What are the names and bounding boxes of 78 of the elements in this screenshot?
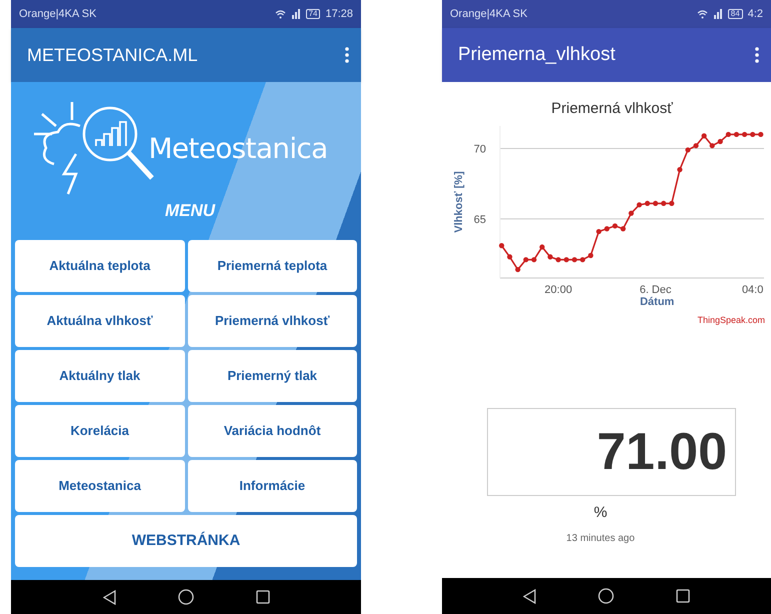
x-tick-label: 6. Dec: [640, 284, 672, 296]
data-point: [669, 200, 674, 206]
data-point: [588, 252, 594, 258]
last-updated: 13 minutes ago: [566, 532, 635, 546]
data-point: [742, 132, 748, 138]
data-point: [612, 223, 618, 229]
data-point: [620, 226, 626, 232]
data-point: [660, 200, 666, 206]
menu-heading: MENU: [164, 200, 216, 222]
wifi-icon: [696, 10, 708, 18]
more-menu-icon[interactable]: [755, 47, 759, 63]
menu-button[interactable]: WEBSTRÁNKA: [15, 515, 357, 567]
signal-icon: [290, 9, 301, 19]
recents-icon[interactable]: [676, 589, 690, 603]
logo-text: Meteostanica: [148, 131, 328, 167]
menu-button[interactable]: Meteostanica: [15, 460, 184, 512]
data-point: [644, 200, 650, 206]
data-point: [758, 132, 764, 138]
clock-time: 17:28: [325, 6, 353, 22]
y-axis-label: Vlhkosť [%]: [453, 171, 465, 233]
data-point: [726, 132, 731, 138]
humidity-value: 71.00: [596, 422, 727, 483]
data-point: [604, 226, 610, 232]
more-menu-icon[interactable]: [345, 47, 349, 63]
carrier-name: Orange|4KA SK: [450, 6, 528, 22]
data-point: [718, 138, 723, 144]
signal-icon: [712, 9, 723, 19]
data-point: [531, 257, 537, 262]
menu-button[interactable]: Priemerná vlhkosť: [188, 295, 357, 347]
data-point: [523, 257, 529, 262]
y-tick-label: 65: [474, 214, 486, 226]
data-point: [596, 228, 602, 234]
app-title: METEOSTANICA.ML: [27, 44, 198, 66]
menu-button[interactable]: Informácie: [188, 460, 357, 512]
data-point: [636, 202, 642, 208]
recents-icon[interactable]: [256, 590, 270, 604]
data-point: [556, 257, 561, 262]
data-point: [750, 132, 756, 138]
menu-button[interactable]: Aktuálna vlhkosť: [15, 295, 184, 347]
source-credit: ThingSpeak.com: [697, 315, 765, 325]
clock-time: 4:2: [748, 6, 763, 22]
wifi-icon: [274, 10, 286, 18]
data-point: [701, 133, 707, 138]
data-point: [572, 257, 578, 262]
chart-title: Priemerná vlhkosť: [551, 100, 673, 117]
data-point: [548, 254, 553, 260]
battery-level: 74: [306, 9, 320, 19]
data-point: [507, 254, 512, 260]
data-point: [652, 200, 658, 206]
unit-label: %: [594, 503, 608, 523]
data-point: [564, 257, 569, 262]
data-point: [515, 266, 520, 272]
menu-button[interactable]: Aktuálny tlak: [15, 350, 184, 402]
data-point: [710, 143, 715, 148]
data-point: [685, 147, 690, 153]
home-icon[interactable]: [598, 588, 614, 604]
data-point: [580, 257, 586, 262]
menu-button[interactable]: Korelácia: [15, 405, 184, 457]
battery-level: 84: [728, 9, 743, 19]
x-tick-label: 04:0: [742, 284, 764, 296]
home-icon[interactable]: [178, 589, 194, 605]
y-tick-label: 70: [474, 144, 486, 156]
menu-button[interactable]: Priemerná teplota: [188, 240, 357, 292]
app-title: Priemerna_vlhkost: [458, 42, 616, 67]
back-icon[interactable]: [523, 588, 536, 604]
menu-button[interactable]: Aktuálna teplota: [15, 240, 184, 292]
menu-button[interactable]: Priemerný tlak: [188, 350, 357, 402]
data-point: [693, 143, 699, 148]
carrier-name: Orange|4KA SK: [19, 6, 96, 22]
data-point: [677, 167, 682, 172]
data-point: [628, 210, 634, 216]
x-tick-label: 20:00: [544, 284, 572, 296]
data-point: [540, 244, 545, 250]
data-point: [499, 243, 504, 248]
back-icon[interactable]: [102, 590, 116, 604]
menu-button[interactable]: Variácia hodnôt: [188, 405, 357, 457]
x-axis-label: Dátum: [640, 296, 674, 308]
data-point: [734, 132, 740, 138]
